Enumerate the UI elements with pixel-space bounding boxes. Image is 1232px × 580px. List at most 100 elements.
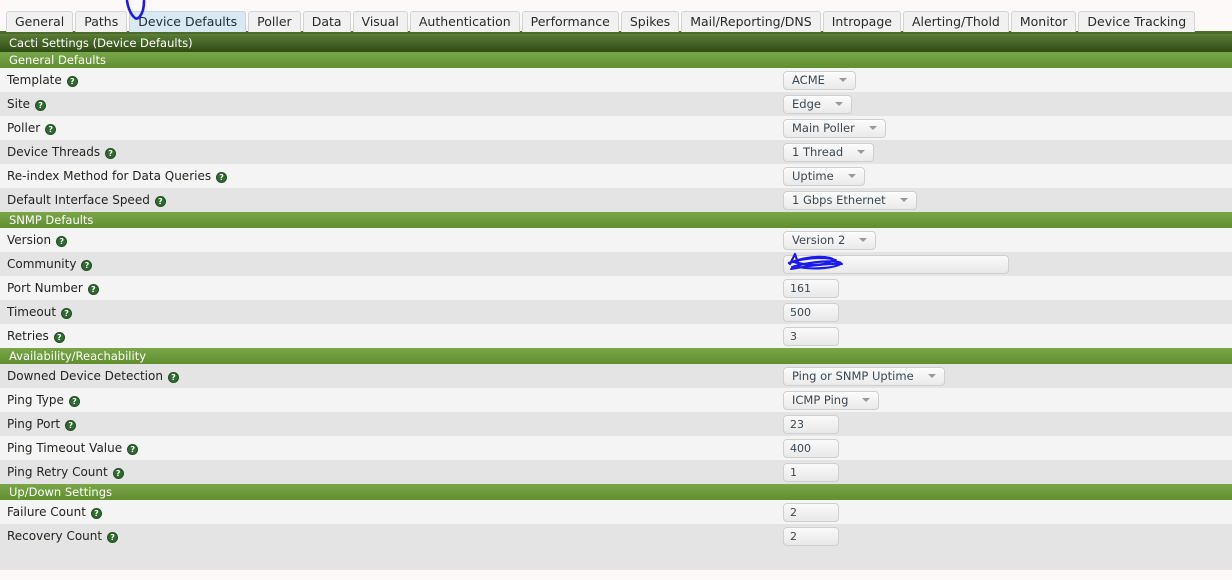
- help-icon[interactable]: ?: [61, 307, 73, 319]
- help-icon[interactable]: ?: [53, 331, 65, 343]
- input-retries[interactable]: 3: [783, 326, 839, 346]
- setting-row: Failure Count? 2: [0, 500, 1232, 524]
- select-poller[interactable]: Main Poller: [783, 118, 886, 138]
- setting-label-text: Site: [7, 97, 31, 111]
- help-icon[interactable]: ?: [65, 419, 77, 431]
- input-port-number[interactable]: 161: [783, 278, 839, 298]
- help-icon[interactable]: ?: [107, 531, 119, 543]
- select-value: Uptime: [792, 169, 834, 183]
- setting-label-text: Port Number: [7, 281, 83, 295]
- select-device-threads[interactable]: 1 Thread: [783, 142, 875, 162]
- section-header: SNMP Defaults: [0, 212, 1232, 228]
- setting-label: Port Number?: [0, 281, 783, 295]
- tab-general[interactable]: General: [6, 11, 74, 32]
- tab-monitor[interactable]: Monitor: [1010, 11, 1077, 32]
- tab-device-tracking[interactable]: Device Tracking: [1078, 11, 1196, 32]
- setting-control: ICMP Ping: [783, 390, 1232, 410]
- help-icon[interactable]: ?: [87, 283, 99, 295]
- setting-control: 500: [783, 302, 1232, 322]
- help-icon[interactable]: ?: [127, 443, 139, 455]
- setting-row: Ping Port? 23: [0, 412, 1232, 436]
- help-icon[interactable]: ?: [105, 147, 117, 159]
- tab-performance[interactable]: Performance: [521, 11, 619, 32]
- setting-control: 23: [783, 414, 1232, 434]
- tab-alerting-thold[interactable]: Alerting/Thold: [902, 11, 1009, 32]
- setting-label: Site?: [0, 97, 783, 111]
- setting-label-text: Recovery Count: [7, 529, 103, 543]
- chevron-down-icon: [899, 198, 908, 202]
- select-site[interactable]: Edge: [783, 94, 852, 114]
- setting-label-text: Version: [7, 233, 52, 247]
- setting-control: Main Poller: [783, 118, 1232, 138]
- select-value: 1 Gbps Ethernet: [792, 193, 886, 207]
- tab-authentication[interactable]: Authentication: [409, 11, 520, 32]
- setting-label-text: Re-index Method for Data Queries: [7, 169, 212, 183]
- setting-row: Ping Timeout Value? 400: [0, 436, 1232, 460]
- setting-row: Port Number? 161: [0, 276, 1232, 300]
- tab-spikes[interactable]: Spikes: [620, 11, 680, 32]
- settings-tab-bar: General Paths Device Defaults Poller Data Vis…: [0, 0, 1232, 34]
- setting-control: 1: [783, 462, 1232, 482]
- setting-row: Downed Device Detection? Ping or SNMP Upt…: [0, 364, 1232, 388]
- select-ping-type[interactable]: ICMP Ping: [783, 390, 880, 410]
- input-community[interactable]: [783, 254, 1009, 274]
- setting-control: 2: [783, 502, 1232, 522]
- input-value: 500: [790, 305, 811, 319]
- tab-mail-reporting-dns[interactable]: Mail/Reporting/DNS: [681, 11, 821, 32]
- help-icon[interactable]: ?: [112, 467, 124, 479]
- help-icon[interactable]: ?: [66, 75, 78, 87]
- setting-control: [783, 254, 1232, 274]
- input-value: 400: [790, 441, 811, 455]
- settings-form: General Defaults Template? ACME Site? Edge Po…: [0, 52, 1232, 570]
- setting-row: Re-index Method for Data Queries? Uptime: [0, 164, 1232, 188]
- setting-label: Template?: [0, 73, 783, 87]
- setting-label: Retries?: [0, 329, 783, 343]
- setting-label: Ping Port?: [0, 417, 783, 431]
- setting-control: Ping or SNMP Uptime: [783, 366, 1232, 386]
- help-icon[interactable]: ?: [90, 507, 102, 519]
- select-value: 1 Thread: [792, 145, 844, 159]
- input-value: 3: [790, 329, 797, 343]
- chevron-down-icon: [862, 398, 871, 402]
- setting-label-text: Ping Retry Count: [7, 465, 108, 479]
- setting-label: Ping Type?: [0, 393, 783, 407]
- select-template[interactable]: ACME: [783, 70, 856, 90]
- input-failure-count[interactable]: 2: [783, 502, 839, 522]
- setting-label-text: Downed Device Detection: [7, 369, 163, 383]
- tab-device-defaults[interactable]: Device Defaults: [129, 11, 247, 32]
- input-timeout[interactable]: 500: [783, 302, 839, 322]
- tab-data[interactable]: Data: [302, 11, 351, 32]
- setting-label: Re-index Method for Data Queries?: [0, 169, 783, 183]
- setting-control: 3: [783, 326, 1232, 346]
- setting-label: Ping Timeout Value?: [0, 441, 783, 455]
- help-icon[interactable]: ?: [167, 371, 179, 383]
- setting-label-text: Community: [7, 257, 77, 271]
- help-icon[interactable]: ?: [154, 195, 166, 207]
- input-ping-port[interactable]: 23: [783, 414, 839, 434]
- select-value: Edge: [792, 97, 821, 111]
- help-icon[interactable]: ?: [216, 171, 228, 183]
- setting-label-text: Ping Type: [7, 393, 64, 407]
- tab-paths[interactable]: Paths: [75, 11, 128, 32]
- tab-intropage[interactable]: Intropage: [822, 11, 901, 32]
- tab-poller[interactable]: Poller: [248, 11, 301, 32]
- select-downed-device-detection[interactable]: Ping or SNMP Uptime: [783, 366, 945, 386]
- setting-control: Uptime: [783, 166, 1232, 186]
- select-version[interactable]: Version 2: [783, 230, 877, 250]
- setting-label-text: Ping Timeout Value: [7, 441, 123, 455]
- tab-visual[interactable]: Visual: [352, 11, 408, 32]
- help-icon[interactable]: ?: [81, 259, 93, 271]
- help-icon[interactable]: ?: [68, 395, 80, 407]
- help-icon[interactable]: ?: [45, 123, 57, 135]
- input-ping-retry-count[interactable]: 1: [783, 462, 839, 482]
- chevron-down-icon: [857, 150, 866, 154]
- input-recovery-count[interactable]: 2: [783, 526, 839, 546]
- help-icon[interactable]: ?: [56, 235, 68, 247]
- input-ping-timeout-value[interactable]: 400: [783, 438, 839, 458]
- setting-row: Poller? Main Poller: [0, 116, 1232, 140]
- input-value: 23: [790, 417, 804, 431]
- setting-label: Downed Device Detection?: [0, 369, 783, 383]
- select-default-interface-speed[interactable]: 1 Gbps Ethernet: [783, 190, 917, 210]
- select-re-index-method-for-data-queries[interactable]: Uptime: [783, 166, 865, 186]
- help-icon[interactable]: ?: [35, 99, 47, 111]
